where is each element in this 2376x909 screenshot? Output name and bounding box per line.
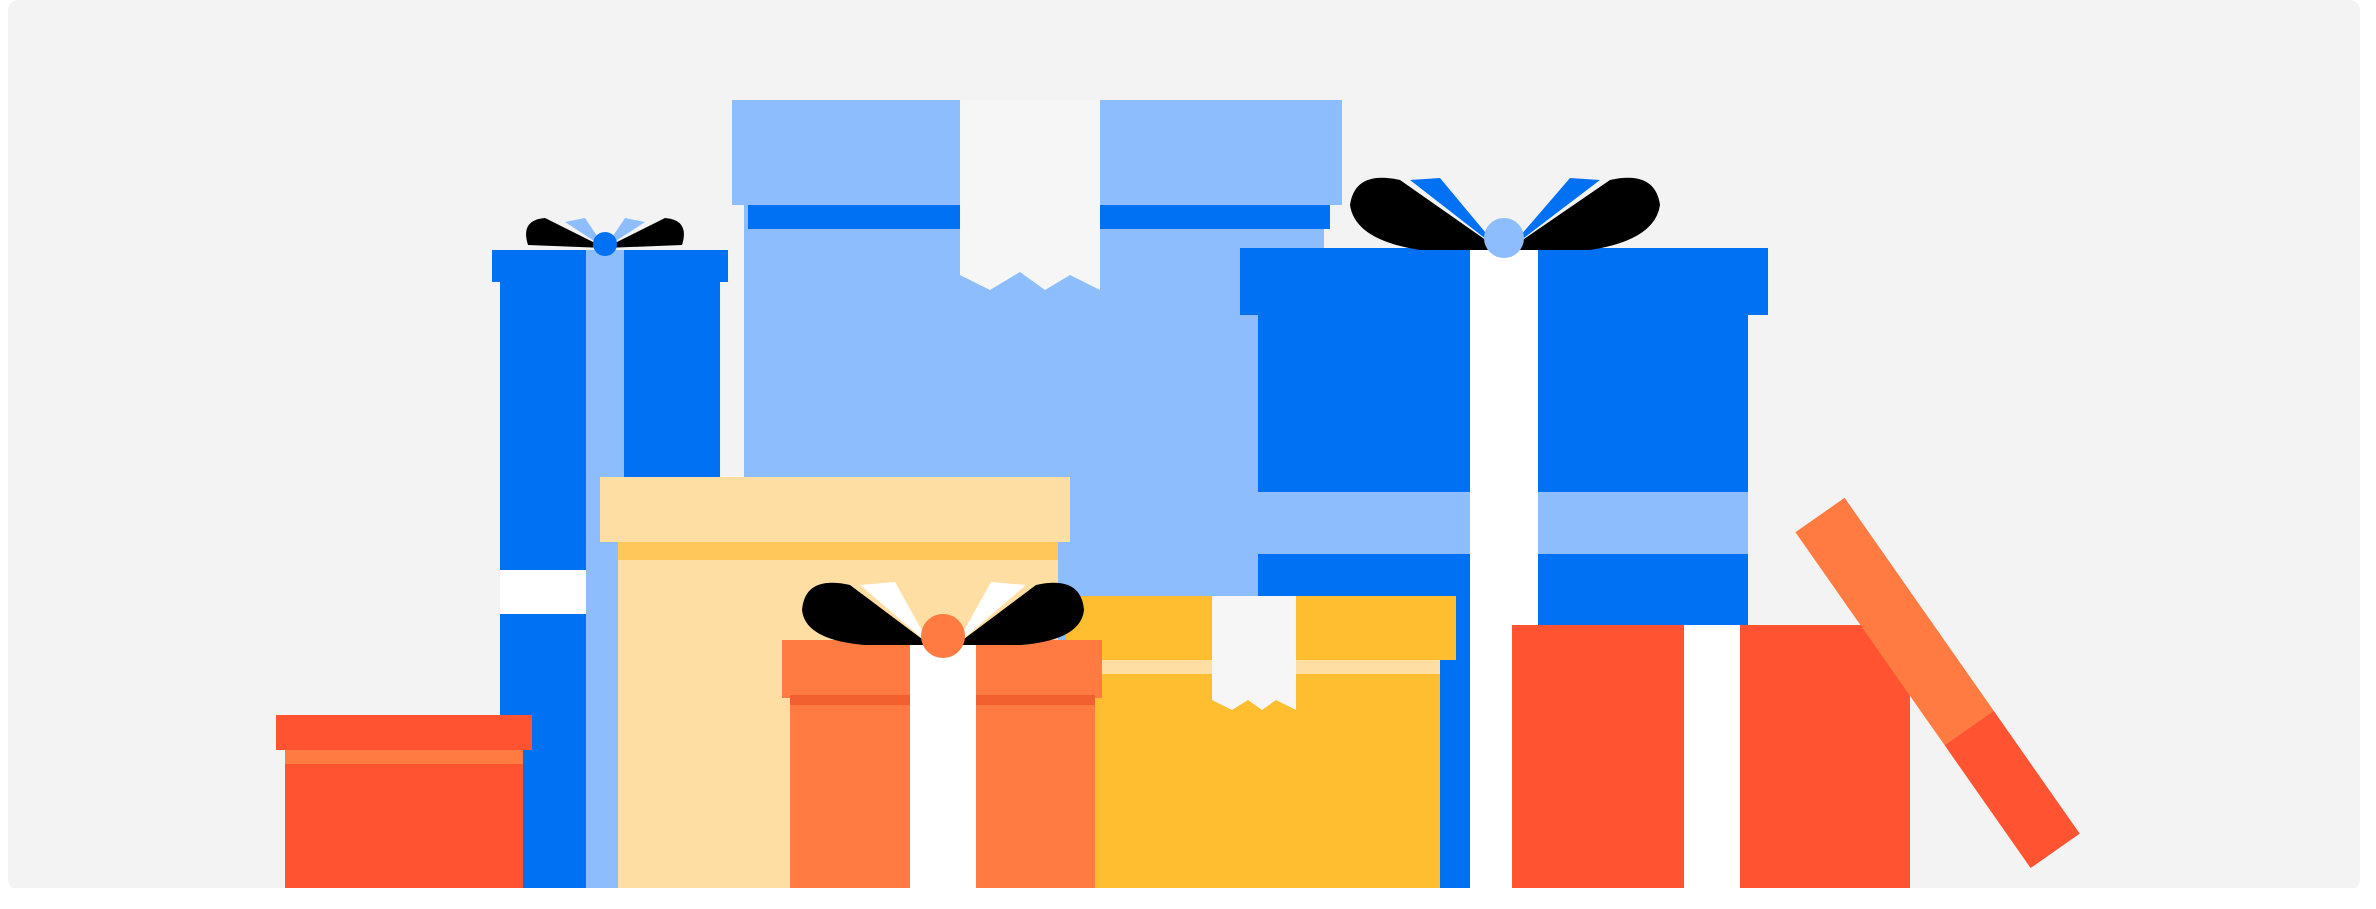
open-lid-lower [1944, 710, 2080, 869]
small-red-box-lid [276, 715, 532, 750]
small-red-box-body [285, 750, 523, 890]
floor-strip [8, 888, 2360, 909]
big-blue-box-bow-knot [1484, 218, 1524, 258]
peach-box-lid [600, 477, 1070, 542]
small-red-box-band [285, 750, 523, 764]
small-red-gift-box [276, 715, 532, 890]
peach-box-band [618, 542, 1058, 560]
tall-box-white-band [500, 570, 586, 614]
tall-box-bow-knot [593, 232, 617, 256]
gift-illustration-stage [0, 0, 2376, 909]
gift-boxes-illustration [8, 100, 2360, 909]
orange-box-bow-knot [921, 614, 965, 658]
large-box-tag [960, 100, 1100, 290]
open-red-box-ribbon [1684, 625, 1740, 890]
orange-box-ribbon [910, 640, 976, 890]
yellow-gift-box [1066, 596, 1456, 890]
yellow-box-tag [1212, 596, 1296, 710]
orange-gift-box [782, 582, 1102, 890]
